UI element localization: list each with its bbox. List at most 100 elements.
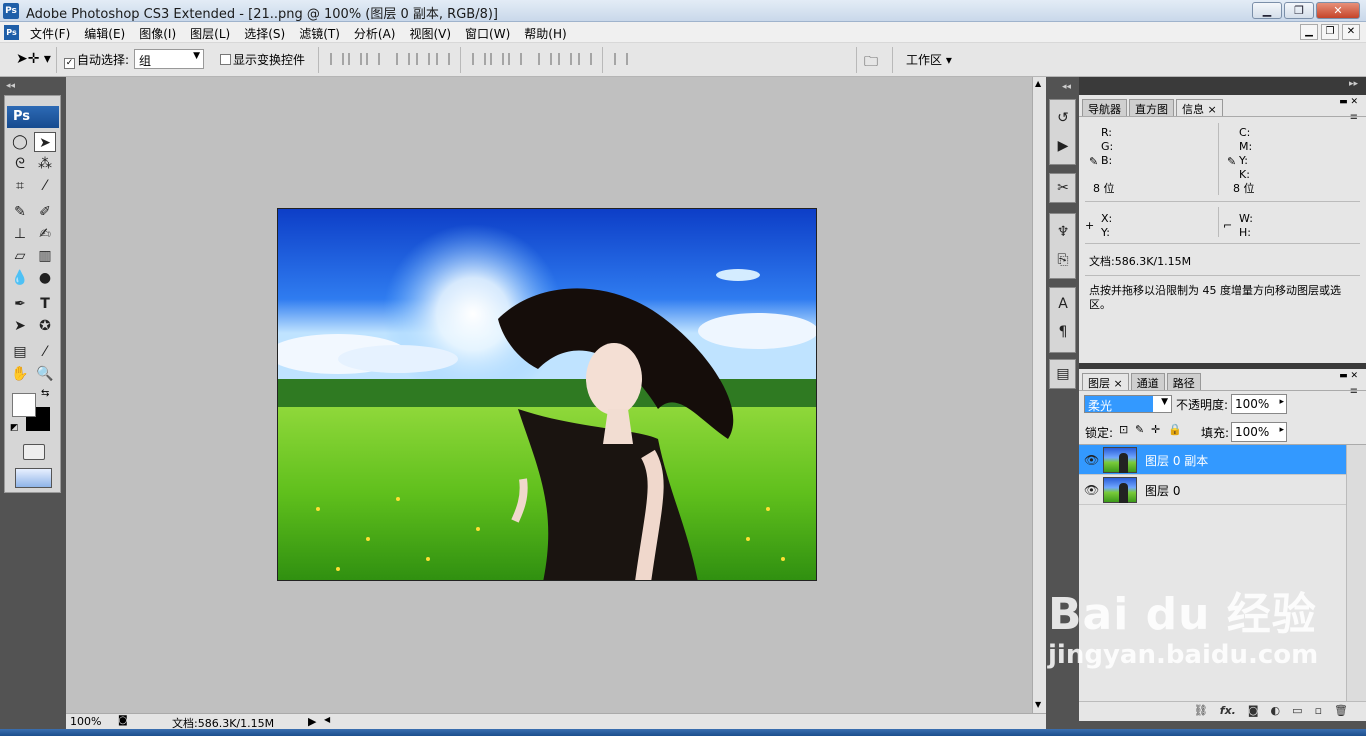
distribute-left-icon[interactable] — [538, 53, 552, 65]
path-selection-icon[interactable]: ➤ — [9, 316, 31, 336]
history-panel-icon[interactable]: ↺ — [1053, 108, 1073, 128]
menu-filter[interactable]: 滤镜(T) — [299, 25, 340, 42]
scroll-left-icon[interactable]: ◀ — [324, 715, 330, 724]
actions-panel-icon[interactable]: ▶ — [1053, 136, 1073, 156]
delete-layer-icon[interactable]: 🗑 — [1334, 702, 1348, 721]
tab-layers[interactable]: 图层 × — [1082, 373, 1129, 390]
distribute-hcenter-icon[interactable] — [558, 53, 572, 65]
document-image[interactable] — [277, 208, 817, 581]
blur-icon[interactable]: 💧 — [9, 268, 31, 288]
screen-mode-icon[interactable] — [15, 468, 52, 488]
adjustment-layer-icon[interactable]: ◐ — [1271, 702, 1281, 721]
vertical-scrollbar[interactable]: ▲ ▼ — [1032, 77, 1046, 713]
menu-file[interactable]: 文件(F) — [30, 25, 70, 42]
layer-row-copy[interactable]: 👁 图层 0 副本 — [1079, 445, 1346, 475]
doc-close-button[interactable]: ✕ — [1342, 24, 1360, 40]
align-hcenter-icon[interactable] — [416, 53, 430, 65]
menu-view[interactable]: 视图(V) — [409, 25, 451, 42]
panel-menu-icon[interactable]: ≡ — [1350, 386, 1358, 397]
character-panel-icon[interactable]: A — [1053, 294, 1073, 314]
visibility-eye-icon[interactable]: 👁 — [1084, 483, 1099, 497]
history-brush-icon[interactable]: ✍ — [34, 224, 56, 244]
zoom-level[interactable]: 100% — [70, 715, 101, 728]
status-arrow-icon[interactable]: ▶ — [308, 715, 316, 728]
doc-restore-button[interactable]: ❐ — [1321, 24, 1339, 40]
lock-transparent-icon[interactable]: ⊡ — [1119, 423, 1128, 436]
menu-select[interactable]: 选择(S) — [244, 25, 285, 42]
distribute-bottom-icon[interactable] — [508, 53, 522, 65]
auto-select-dropdown[interactable]: 组 ▼ — [134, 49, 204, 69]
layer-style-icon[interactable]: fx. — [1220, 702, 1236, 721]
link-layers-icon[interactable]: ⛓ — [1194, 702, 1208, 721]
new-group-icon[interactable]: ▭ — [1292, 702, 1302, 721]
panel-minimize-icon[interactable]: ▬ ✕ — [1339, 371, 1358, 381]
close-button[interactable]: ✕ — [1316, 2, 1360, 19]
dodge-icon[interactable]: ● — [34, 268, 56, 288]
blend-mode-dropdown[interactable]: 柔光 ▼ — [1084, 395, 1172, 413]
status-menu-icon[interactable]: ◙ — [118, 715, 128, 726]
lock-position-icon[interactable]: ✛ — [1151, 423, 1160, 436]
align-top-icon[interactable] — [330, 53, 344, 65]
panel-minimize-icon[interactable]: ▬ ✕ — [1339, 97, 1358, 107]
foreground-color-swatch[interactable] — [12, 393, 36, 417]
menu-image[interactable]: 图像(I) — [139, 25, 176, 42]
distribute-right-icon[interactable] — [578, 53, 592, 65]
magic-wand-icon[interactable]: ⁂ — [34, 154, 56, 174]
tab-info[interactable]: 信息 × — [1176, 99, 1223, 116]
layers-scrollbar[interactable] — [1346, 445, 1366, 701]
slider-arrow-icon[interactable]: ▸ — [1279, 397, 1284, 407]
menu-edit[interactable]: 编辑(E) — [84, 25, 125, 42]
close-tab-icon[interactable]: × — [1114, 377, 1123, 390]
menu-window[interactable]: 窗口(W) — [465, 25, 510, 42]
move-tool-icon[interactable]: ➤✛ ▾ — [16, 51, 51, 67]
scroll-down-icon[interactable]: ▼ — [1035, 700, 1041, 709]
notes-icon[interactable]: ▤ — [9, 342, 31, 362]
brushes-panel-icon[interactable]: ♆ — [1053, 222, 1073, 242]
healing-brush-icon[interactable]: ✎ — [9, 202, 31, 222]
opacity-field[interactable]: 100% ▸ — [1231, 394, 1287, 414]
lasso-icon[interactable]: ᘓ — [9, 154, 31, 174]
align-bottom-icon[interactable] — [366, 53, 380, 65]
hand-icon[interactable]: ✋ — [9, 364, 31, 384]
align-right-icon[interactable] — [436, 53, 450, 65]
menu-layer[interactable]: 图层(L) — [190, 25, 230, 42]
panel-menu-icon[interactable]: ≡ — [1350, 112, 1358, 123]
fill-field[interactable]: 100% ▸ — [1231, 422, 1287, 442]
gradient-icon[interactable]: ▥ — [34, 246, 56, 266]
quick-mask-icon[interactable] — [23, 444, 45, 460]
clone-source-icon[interactable]: ⎘ — [1053, 250, 1073, 270]
collapse-panels-icon[interactable]: ▸▸ — [1349, 79, 1358, 89]
eraser-icon[interactable]: ▱ — [9, 246, 31, 266]
brush-icon[interactable]: ✐ — [34, 202, 56, 222]
tab-navigator[interactable]: 导航器 — [1082, 99, 1127, 116]
menu-help[interactable]: 帮助(H) — [524, 25, 566, 42]
tab-histogram[interactable]: 直方图 — [1129, 99, 1174, 116]
workspace-menu[interactable]: 工作区 ▾ — [906, 51, 952, 68]
tool-presets-icon[interactable]: ✂ — [1053, 178, 1073, 198]
clone-stamp-icon[interactable]: ⊥ — [9, 224, 31, 244]
align-left-icon[interactable] — [396, 53, 410, 65]
visibility-eye-icon[interactable]: 👁 — [1084, 453, 1099, 467]
tab-channels[interactable]: 通道 — [1130, 373, 1165, 390]
auto-align-layers-icon[interactable] — [614, 53, 628, 65]
expand-dock-icon[interactable]: ◂◂ — [1062, 82, 1071, 92]
distribute-vcenter-icon[interactable] — [490, 53, 504, 65]
type-icon[interactable]: T — [34, 294, 56, 314]
align-vcenter-icon[interactable] — [348, 53, 362, 65]
menu-analysis[interactable]: 分析(A) — [354, 25, 396, 42]
tab-paths[interactable]: 路径 — [1166, 373, 1201, 390]
move-tool-button[interactable]: ➤ — [34, 132, 56, 152]
slice-icon[interactable]: ⁄ — [34, 176, 56, 196]
default-colors-icon[interactable]: ◩ — [10, 423, 19, 433]
ps-menu-icon[interactable]: Ps — [4, 25, 19, 40]
lock-all-icon[interactable]: 🔒 — [1168, 423, 1182, 436]
distribute-top-icon[interactable] — [472, 53, 486, 65]
scroll-up-icon[interactable]: ▲ — [1035, 79, 1041, 88]
restore-button[interactable]: ❐ — [1284, 2, 1314, 19]
layer-comps-icon[interactable]: ▤ — [1053, 364, 1073, 384]
layer-row-base[interactable]: 👁 图层 0 — [1079, 475, 1346, 505]
crop-icon[interactable]: ⌗ — [9, 176, 31, 196]
slider-arrow-icon[interactable]: ▸ — [1279, 425, 1284, 435]
show-transform-checkbox[interactable]: 显示变换控件 — [220, 51, 305, 68]
paragraph-panel-icon[interactable]: ¶ — [1053, 322, 1073, 342]
